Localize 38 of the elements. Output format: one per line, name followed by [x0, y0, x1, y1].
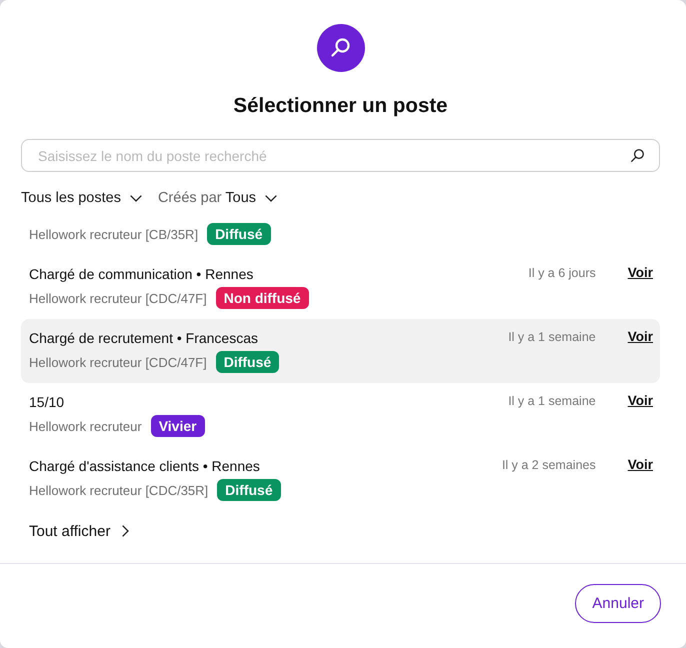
status-badge: Diffusé — [207, 223, 271, 245]
search-icon[interactable] — [631, 149, 644, 162]
status-badge: Non diffusé — [216, 287, 309, 309]
posted-date: Il y a 2 semaines — [502, 457, 596, 473]
job-recruiter: Hellowork recruteur [CDC/47F] — [29, 290, 207, 306]
job-title: Chargé d'assistance clients • Rennes — [29, 457, 261, 475]
status-badge: Diffusé — [217, 479, 281, 501]
posted-date: Il y a 6 jours — [528, 265, 596, 281]
chevron-down-icon — [130, 194, 142, 202]
search-field[interactable]: Saisissez le nom du poste recherché — [21, 139, 660, 172]
status-badge: Vivier — [150, 415, 205, 437]
show-all-link[interactable]: Tout afficher — [21, 521, 130, 541]
job-recruiter: Hellowork recruteur — [29, 418, 142, 434]
filter-dropdown[interactable]: Tous les postes — [21, 190, 142, 206]
job-row[interactable]: Chargé de communication • Rennes Hellowork recruteur [CDC/47F] Non diffusé Il y a 6 jours Voir — [21, 255, 660, 319]
job-row[interactable]: Chargé d'assistance clients • Rennes Hellowork recruteur [CDC/35R] Diffusé Il y a 2 semaines Voir — [21, 447, 660, 511]
view-link[interactable]: Voir — [628, 265, 653, 281]
job-title: Chargé de communication • Rennes — [29, 265, 254, 283]
cancel-button[interactable]: Annuler — [575, 584, 661, 623]
job-title: Chargé de recrutement • Francescas — [29, 329, 260, 347]
job-title: 15/10 — [29, 393, 66, 411]
posted-date: Il y a 1 semaine — [508, 329, 596, 345]
status-badge: Diffusé — [216, 351, 280, 373]
chevron-right-icon — [122, 525, 130, 537]
job-row[interactable]: 15/10 Hellowork recruteur Vivier Il y a 1 semaine Voir — [21, 383, 660, 447]
view-link[interactable]: Voir — [628, 393, 653, 409]
chevron-down-icon — [265, 194, 278, 202]
job-row[interactable]: Chargé de recrutement • Francescas Hellowork recruteur [CDC/47F] Diffusé Il y a 1 semaine Voir — [21, 319, 660, 383]
job-recruiter: Hellowork recruteur [CDC/47F] — [29, 354, 207, 370]
dialog-title: Sélectionner un poste — [232, 94, 449, 118]
search-icon — [316, 24, 364, 72]
view-link[interactable]: Voir — [628, 329, 653, 345]
job-recruiter: Hellowork recruteur [CDC/35R] — [29, 482, 208, 498]
view-link[interactable]: Voir — [628, 457, 653, 473]
job-row[interactable]: Hellowork recruteur [CB/35R] Diffusé — [21, 223, 660, 255]
filter-dropdown[interactable]: Créés par Tous — [158, 190, 278, 206]
posted-date: Il y a 1 semaine — [508, 393, 596, 409]
job-recruiter: Hellowork recruteur [CB/35R] — [29, 226, 198, 242]
